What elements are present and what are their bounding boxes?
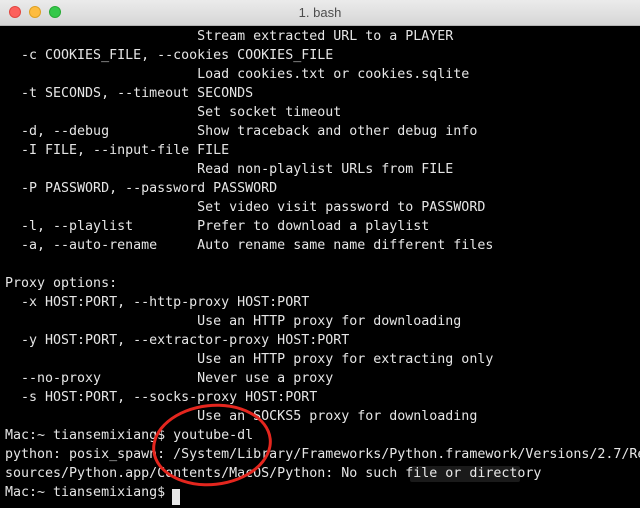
terminal-line: Load cookies.txt or cookies.sqlite xyxy=(5,67,470,82)
terminal-line: Use an HTTP proxy for extracting only xyxy=(5,352,494,367)
prompt-line: Mac:~ tiansemixiang$ xyxy=(5,485,174,500)
terminal-line: -l, --playlist Prefer to download a play… xyxy=(5,219,430,234)
terminal-line: -a, --auto-rename Auto rename same name … xyxy=(5,238,494,253)
terminal-line: -x HOST:PORT, --http-proxy HOST:PORT xyxy=(5,295,310,310)
terminal-line: -y HOST:PORT, --extractor-proxy HOST:POR… xyxy=(5,333,350,348)
terminal-window: 1. bash Stream extracted URL to a PLAYER… xyxy=(0,0,640,508)
terminal-line: Proxy options: xyxy=(5,276,118,291)
terminal-line: --no-proxy Never use a proxy xyxy=(5,371,334,386)
watermark xyxy=(410,466,520,482)
terminal-line: -d, --debug Show traceback and other deb… xyxy=(5,124,478,139)
terminal-line: -I FILE, --input-file FILE xyxy=(5,143,230,158)
terminal-line: Read non-playlist URLs from FILE xyxy=(5,162,454,177)
terminal-content[interactable]: Stream extracted URL to a PLAYER -c COOK… xyxy=(0,27,640,508)
terminal-line: Set video visit password to PASSWORD xyxy=(5,200,486,215)
terminal-line: -s HOST:PORT, --socks-proxy HOST:PORT xyxy=(5,390,318,405)
title-bar[interactable]: 1. bash xyxy=(0,0,640,26)
terminal-line: -t SECONDS, --timeout SECONDS xyxy=(5,86,254,101)
terminal-line: Stream extracted URL to a PLAYER xyxy=(5,29,454,44)
error-line: python: posix_spawn: /System/Library/Fra… xyxy=(5,447,640,462)
terminal-line: Use an HTTP proxy for downloading xyxy=(5,314,462,329)
window-title: 1. bash xyxy=(298,5,342,20)
text-cursor xyxy=(172,489,180,505)
terminal-line: -c COOKIES_FILE, --cookies COOKIES_FILE xyxy=(5,48,334,63)
terminal-line: Set socket timeout xyxy=(5,105,342,120)
terminal-line: -P PASSWORD, --password PASSWORD xyxy=(5,181,278,196)
